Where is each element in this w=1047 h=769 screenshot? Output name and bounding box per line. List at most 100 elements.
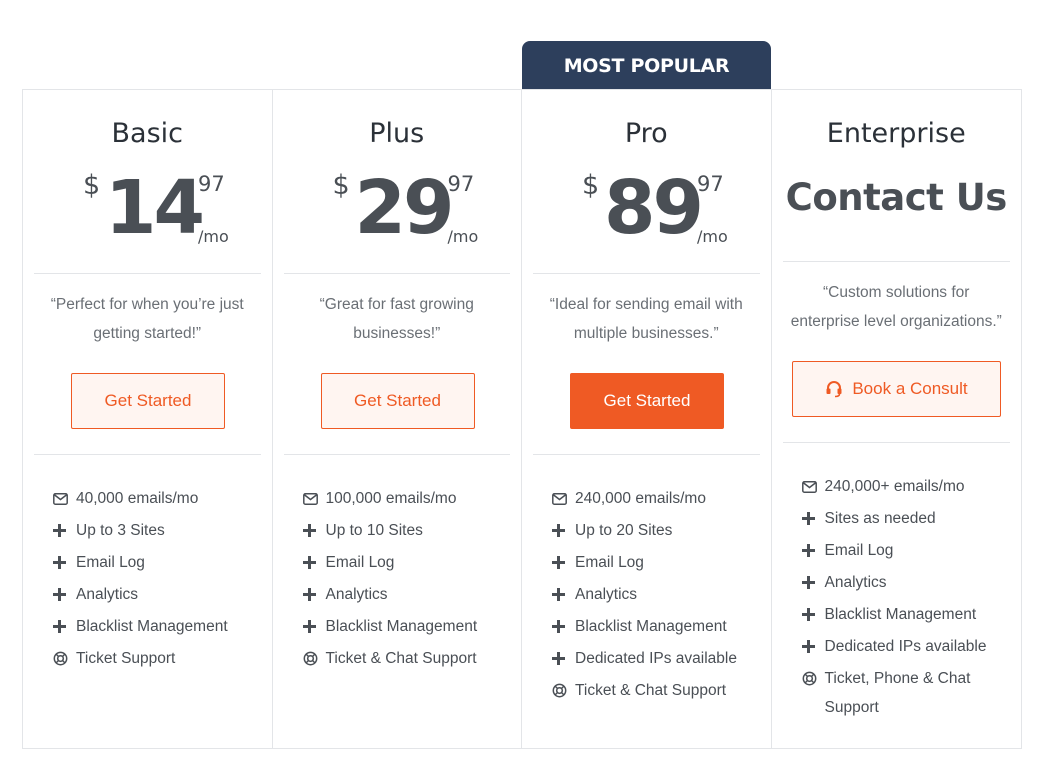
price-amount: 14 bbox=[105, 165, 205, 251]
lifebuoy-icon bbox=[53, 644, 76, 673]
plus-icon bbox=[801, 600, 825, 629]
feature-item: Blacklist Management bbox=[302, 612, 512, 641]
plan-card-plus: Plus $ 29 97 /mo “Great for fast growing… bbox=[273, 90, 522, 748]
plus-icon bbox=[801, 536, 825, 565]
divider bbox=[782, 261, 1010, 262]
feature-item: Email Log bbox=[53, 548, 262, 577]
feature-text: Ticket & Chat Support bbox=[575, 682, 727, 699]
plus-icon bbox=[552, 516, 575, 545]
price-cents: 97 bbox=[697, 172, 724, 196]
divider bbox=[34, 454, 261, 455]
feature-item: Dedicated IPs available bbox=[552, 644, 761, 673]
plan-price: $ 14 97 /mo bbox=[23, 160, 272, 251]
feature-item: Dedicated IPs available bbox=[801, 632, 1012, 661]
plus-icon bbox=[801, 504, 825, 533]
feature-item: Blacklist Management bbox=[53, 612, 262, 641]
feature-item: 240,000+ emails/mo bbox=[801, 472, 1012, 501]
feature-item: Analytics bbox=[552, 580, 761, 609]
contact-us-heading: Contact Us bbox=[785, 176, 1008, 219]
lifebuoy-icon bbox=[802, 664, 825, 693]
feature-text: Ticket, Phone & Chat Support bbox=[824, 670, 971, 716]
feature-text: Up to 10 Sites bbox=[325, 522, 423, 539]
plus-icon bbox=[801, 568, 825, 597]
plan-tagline: “Ideal for sending email with multiple b… bbox=[549, 296, 743, 342]
book-consult-label: Book a Consult bbox=[852, 379, 968, 398]
feature-item: Ticket & Chat Support bbox=[303, 644, 512, 673]
plus-icon bbox=[302, 580, 326, 609]
plus-icon bbox=[302, 612, 326, 641]
book-consult-button[interactable]: Book a Consult bbox=[791, 361, 1001, 417]
feature-text: 40,000 emails/mo bbox=[76, 490, 199, 507]
feature-text: Up to 20 Sites bbox=[575, 522, 673, 539]
feature-item: 240,000 emails/mo bbox=[552, 484, 761, 513]
feature-text: Ticket & Chat Support bbox=[325, 650, 477, 667]
plus-icon bbox=[302, 548, 326, 577]
plus-icon bbox=[552, 644, 575, 673]
feature-text: Dedicated IPs available bbox=[575, 650, 737, 667]
feature-item: Email Log bbox=[552, 548, 761, 577]
price-period: /mo bbox=[697, 227, 728, 246]
lifebuoy-icon bbox=[303, 644, 326, 673]
plan-card-enterprise: Enterprise Contact Us “Custom solutions … bbox=[772, 90, 1022, 748]
plan-name: Enterprise bbox=[826, 118, 966, 149]
feature-text: Analytics bbox=[824, 574, 887, 591]
plan-name: Plus bbox=[369, 118, 425, 149]
currency-symbol: $ bbox=[332, 170, 350, 201]
plus-icon bbox=[552, 580, 575, 609]
get-started-button[interactable]: Get Started bbox=[71, 373, 225, 429]
feature-item: Ticket Support bbox=[53, 644, 262, 673]
divider bbox=[283, 454, 510, 455]
divider bbox=[533, 454, 760, 455]
feature-item: Email Log bbox=[801, 536, 1012, 565]
feature-text: Ticket Support bbox=[76, 650, 176, 667]
headset-icon bbox=[824, 379, 844, 399]
pricing-table: Basic $ 14 97 /mo “Perfect for when you’… bbox=[22, 89, 1022, 749]
plan-card-basic: Basic $ 14 97 /mo “Perfect for when you’… bbox=[23, 90, 273, 748]
feature-item: Analytics bbox=[302, 580, 512, 609]
feature-text: Email Log bbox=[575, 554, 644, 571]
plus-icon bbox=[53, 548, 76, 577]
envelope-icon bbox=[53, 484, 76, 513]
plan-price: $ 29 97 /mo bbox=[273, 160, 522, 251]
feature-item: Blacklist Management bbox=[552, 612, 761, 641]
lifebuoy-icon bbox=[552, 676, 575, 705]
get-started-button[interactable]: Get Started bbox=[570, 373, 724, 429]
plan-name: Pro bbox=[624, 118, 668, 149]
price-cents: 97 bbox=[198, 172, 225, 196]
feature-item: Analytics bbox=[801, 568, 1012, 597]
get-started-button[interactable]: Get Started bbox=[320, 373, 475, 429]
feature-item: Email Log bbox=[302, 548, 512, 577]
most-popular-badge: MOST POPULAR bbox=[522, 41, 771, 90]
envelope-icon bbox=[552, 484, 575, 513]
feature-text: 100,000 emails/mo bbox=[325, 490, 457, 507]
feature-item: 100,000 emails/mo bbox=[302, 484, 512, 513]
feature-item: Analytics bbox=[53, 580, 262, 609]
price-amount: 89 bbox=[604, 165, 704, 251]
divider bbox=[283, 273, 510, 274]
feature-text: Email Log bbox=[76, 554, 145, 571]
feature-list: 100,000 emails/mo Up to 10 Sites Email Log… bbox=[302, 484, 512, 676]
feature-text: Analytics bbox=[575, 586, 638, 603]
feature-text: Email Log bbox=[325, 554, 395, 571]
feature-text: Blacklist Management bbox=[325, 618, 478, 635]
plan-price: $ 89 97 /mo bbox=[522, 160, 771, 251]
feature-item: Up to 3 Sites bbox=[53, 516, 262, 545]
price-period: /mo bbox=[447, 227, 479, 246]
feature-item: Up to 20 Sites bbox=[552, 516, 761, 545]
price-period: /mo bbox=[198, 227, 229, 246]
feature-list: 240,000+ emails/mo Sites as needed Email L… bbox=[801, 472, 1012, 725]
feature-list: 40,000 emails/mo Up to 3 Sites Email Log An… bbox=[53, 484, 262, 676]
currency-symbol: $ bbox=[83, 170, 101, 201]
feature-text: Dedicated IPs available bbox=[824, 638, 987, 655]
feature-text: Blacklist Management bbox=[824, 606, 977, 623]
feature-item: 40,000 emails/mo bbox=[53, 484, 262, 513]
feature-list: 240,000 emails/mo Up to 20 Sites Email Log… bbox=[552, 484, 761, 708]
divider bbox=[533, 273, 760, 274]
plan-tagline: “Perfect for when you’re just getting st… bbox=[50, 296, 244, 342]
feature-item: Sites as needed bbox=[801, 504, 1012, 533]
envelope-icon bbox=[801, 472, 825, 501]
feature-item: Blacklist Management bbox=[801, 600, 1012, 629]
plan-card-pro: Pro $ 89 97 /mo “Ideal for sending email… bbox=[522, 90, 772, 748]
feature-text: Analytics bbox=[76, 586, 139, 603]
plus-icon bbox=[53, 516, 76, 545]
